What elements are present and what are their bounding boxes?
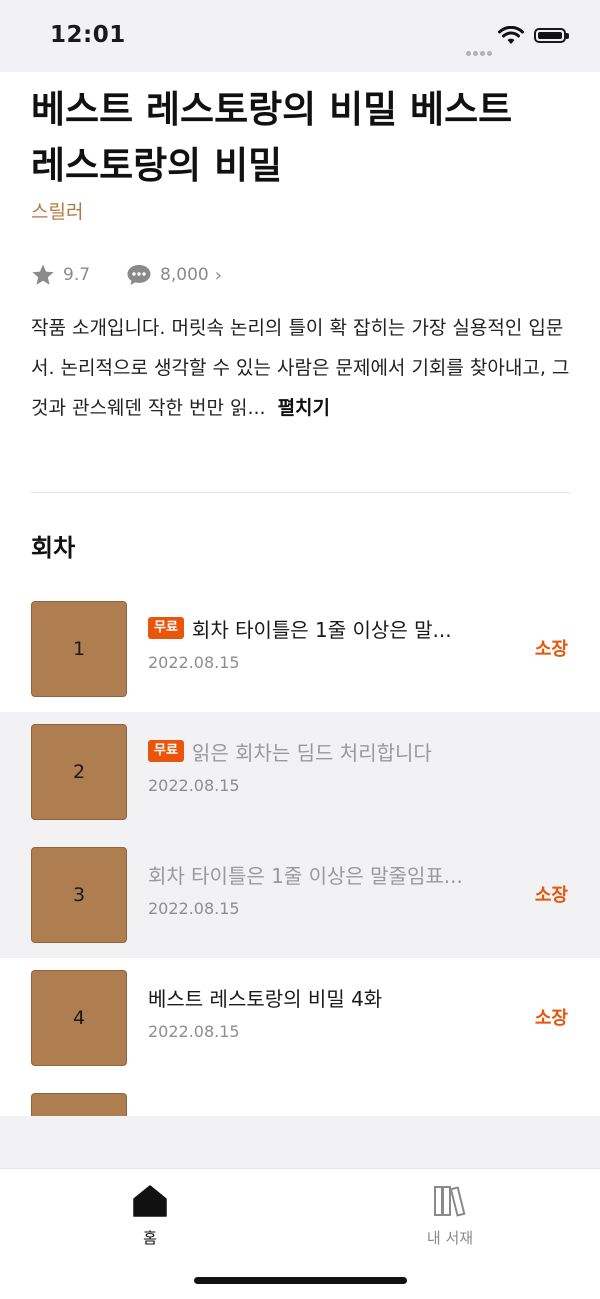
episode-title: 베스트 레스토랑의 비밀 4화 bbox=[148, 986, 383, 1011]
episode-thumbnail: 1 bbox=[31, 601, 127, 697]
status-bar: 12:01 bbox=[0, 0, 600, 72]
episode-date: 2022.08.15 bbox=[148, 1022, 240, 1041]
episode-title: 읽은 회차는 딤드 처리합니다 bbox=[191, 740, 432, 765]
status-time: 12:01 bbox=[50, 22, 126, 48]
battery-icon bbox=[534, 28, 569, 43]
tab-library[interactable]: 내 서재 bbox=[390, 1185, 510, 1248]
tab-bar: 홈 내 서재 bbox=[0, 1168, 600, 1299]
wifi-icon bbox=[498, 26, 524, 44]
tab-home[interactable]: 홈 bbox=[90, 1185, 210, 1248]
work-detail: 베스트 레스토랑의 비밀 베스트 레스토랑의 비밀 스릴러 9.7 8,000 … bbox=[0, 72, 600, 1116]
free-badge: 무료 bbox=[148, 740, 184, 762]
comments-link[interactable]: 8,000 › bbox=[126, 263, 222, 287]
cellular-signal-icon bbox=[466, 41, 494, 60]
tab-home-label: 홈 bbox=[143, 1229, 157, 1247]
genre-label: 스릴러 bbox=[31, 201, 84, 223]
episodes-heading: 회차 bbox=[31, 534, 76, 562]
episode-row[interactable]: 1 무료 회차 타이틀은 1줄 이상은 말... 2022.08.15 소장 bbox=[0, 589, 600, 712]
episode-date: 2022.08.15 bbox=[148, 653, 240, 672]
work-description: 작품 소개입니다. 머릿속 논리의 틀이 확 잡히는 가장 실용적인 입문서. … bbox=[31, 308, 571, 428]
expand-button[interactable]: 펼치기 bbox=[278, 397, 330, 419]
comment-icon bbox=[127, 265, 151, 285]
episode-thumbnail: 4 bbox=[31, 970, 127, 1066]
work-meta: 9.7 8,000 › bbox=[31, 260, 222, 290]
divider bbox=[31, 492, 570, 493]
star-icon bbox=[32, 264, 54, 285]
owned-label: 소장 bbox=[534, 885, 568, 906]
rating-value: 9.7 bbox=[63, 265, 91, 285]
episode-date: 2022.08.15 bbox=[148, 899, 240, 918]
comment-count: 8,000 bbox=[160, 265, 209, 285]
episode-row[interactable]: 4 베스트 레스토랑의 비밀 4화 2022.08.15 소장 bbox=[0, 958, 600, 1081]
owned-label: 소장 bbox=[534, 639, 568, 660]
episode-list: 1 무료 회차 타이틀은 1줄 이상은 말... 2022.08.15 소장 2… bbox=[0, 589, 600, 1116]
home-indicator bbox=[194, 1277, 407, 1284]
episode-row[interactable]: 2 무료 읽은 회차는 딤드 처리합니다 2022.08.15 bbox=[0, 712, 600, 835]
bookshelf-icon bbox=[434, 1186, 466, 1217]
episode-title: 회차 타이틀은 1줄 이상은 말줄임표... bbox=[148, 863, 463, 888]
episode-date: 2022.08.15 bbox=[148, 776, 240, 795]
work-title: 베스트 레스토랑의 비밀 베스트 레스토랑의 비밀 bbox=[31, 88, 513, 187]
episode-thumbnail: 3 bbox=[31, 847, 127, 943]
episode-row[interactable]: 3 회차 타이틀은 1줄 이상은 말줄임표... 2022.08.15 소장 bbox=[0, 835, 600, 958]
chevron-right-icon: › bbox=[214, 264, 222, 286]
episode-thumbnail bbox=[31, 1093, 127, 1116]
owned-label: 소장 bbox=[534, 1008, 568, 1029]
home-icon bbox=[133, 1185, 167, 1217]
tab-library-label: 내 서재 bbox=[426, 1229, 474, 1247]
episode-title: 회차 타이틀은 1줄 이상은 말... bbox=[191, 617, 452, 642]
rating: 9.7 bbox=[31, 263, 90, 287]
episode-thumbnail: 2 bbox=[31, 724, 127, 820]
free-badge: 무료 bbox=[148, 617, 184, 639]
episode-row-partial[interactable] bbox=[0, 1081, 600, 1116]
